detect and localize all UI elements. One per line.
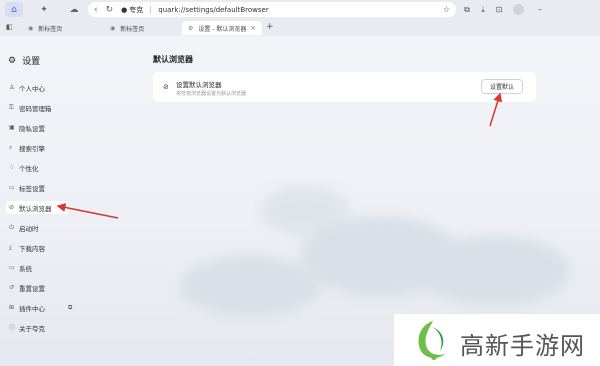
arrow-to-default-browser (56, 203, 119, 219)
watermark-logo-icon (418, 321, 446, 360)
arrow-to-set-default-button (489, 92, 503, 127)
watermark: 高新手游网 (394, 314, 600, 366)
annotation-arrows (56, 92, 503, 219)
watermark-text: 高新手游网 (460, 332, 585, 360)
